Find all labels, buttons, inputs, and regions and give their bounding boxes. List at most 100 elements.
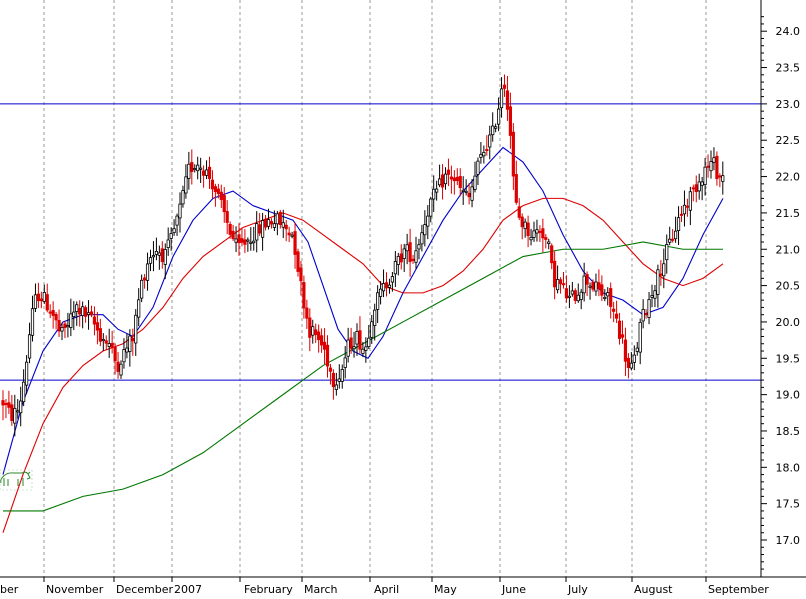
- candle: [532, 221, 536, 242]
- candle: [240, 227, 244, 247]
- candle-body: [700, 181, 704, 186]
- candle: [187, 151, 191, 190]
- candle-body: [567, 295, 572, 298]
- candle-body: [556, 279, 560, 291]
- candle-body: [346, 339, 350, 357]
- y-tick-label: 18.5: [776, 425, 801, 438]
- candle: [682, 190, 687, 227]
- candle-body: [317, 331, 321, 341]
- candle-body: [381, 283, 386, 292]
- candle: [196, 156, 200, 180]
- candle-body: [440, 174, 445, 188]
- candle-body: [367, 337, 371, 347]
- y-tick-label: 21.0: [776, 243, 801, 256]
- candle: [449, 165, 454, 194]
- candle: [508, 92, 513, 149]
- candle: [125, 333, 129, 359]
- candle-body: [263, 218, 268, 228]
- candle: [184, 164, 188, 199]
- candle-body: [697, 181, 701, 192]
- candle: [284, 219, 288, 242]
- candle-body: [635, 347, 639, 352]
- candle-body: [384, 282, 389, 289]
- candle-body: [163, 249, 167, 265]
- candle-body: [104, 340, 108, 344]
- candle-body: [535, 229, 539, 234]
- candle: [314, 323, 318, 343]
- candle: [505, 75, 510, 121]
- candle-body: [134, 314, 138, 344]
- candle: [576, 283, 580, 303]
- candle: [45, 283, 49, 313]
- y-tick-label: 20.5: [776, 280, 801, 293]
- candle: [7, 390, 11, 414]
- candle-body: [240, 238, 244, 243]
- candle-body: [128, 335, 132, 352]
- candle: [355, 323, 359, 356]
- candle: [399, 244, 403, 270]
- candle-body: [278, 211, 282, 225]
- candle-body: [603, 296, 607, 299]
- candle: [402, 243, 406, 272]
- candle-body: [319, 335, 324, 346]
- candle-body: [281, 222, 285, 228]
- candle: [558, 277, 563, 294]
- candle-body: [92, 316, 97, 325]
- candle-body: [390, 276, 395, 283]
- candle-body: [196, 164, 200, 172]
- candle: [709, 150, 713, 179]
- candle-body: [494, 126, 498, 129]
- candle: [544, 233, 548, 249]
- candle: [387, 278, 392, 294]
- candle-body: [688, 191, 692, 211]
- candle-body: [216, 188, 220, 195]
- candle-body: [685, 205, 690, 208]
- candle-body: [110, 343, 114, 348]
- candle: [199, 157, 203, 183]
- candle-body: [352, 346, 356, 350]
- candle-body: [154, 250, 158, 255]
- candle: [467, 183, 471, 205]
- y-tick-label: 19.0: [776, 389, 801, 402]
- candle-body: [437, 178, 442, 186]
- candle: [688, 186, 692, 226]
- candle: [491, 112, 495, 142]
- candle-body: [72, 311, 76, 318]
- candle: [78, 300, 82, 327]
- candle: [473, 161, 477, 193]
- y-tick-label: 22.5: [776, 134, 801, 147]
- candle-body: [449, 176, 454, 180]
- candle-body: [258, 224, 262, 234]
- bull-outline: [0, 471, 31, 486]
- candle-body: [355, 331, 359, 345]
- candle: [585, 271, 589, 297]
- candle-body: [609, 288, 613, 307]
- candle-body: [376, 292, 380, 310]
- candle-body: [30, 308, 35, 336]
- candle: [674, 216, 678, 243]
- x-tick-label: ber: [0, 583, 19, 595]
- candle-body: [517, 206, 521, 218]
- candle: [39, 291, 43, 309]
- candle-body: [712, 157, 716, 163]
- x-tick-label: 2007: [174, 583, 202, 595]
- candle-body: [396, 256, 400, 265]
- candle-body: [10, 404, 14, 421]
- candle: [334, 372, 338, 396]
- candle: [538, 225, 542, 242]
- candle: [381, 269, 386, 298]
- candle: [54, 311, 58, 330]
- candle-body: [249, 241, 253, 244]
- moving-average-1: [2, 197, 724, 533]
- candle: [331, 369, 336, 400]
- bull-icon: [0, 469, 33, 491]
- candle: [494, 123, 498, 133]
- candle-body: [204, 169, 209, 176]
- candle-body: [591, 282, 595, 290]
- candle-body: [647, 299, 651, 318]
- candle-body: [671, 238, 675, 241]
- x-tick-label: February: [244, 583, 293, 595]
- candle-body: [576, 294, 580, 302]
- candle: [19, 386, 23, 427]
- candle-body: [172, 228, 176, 233]
